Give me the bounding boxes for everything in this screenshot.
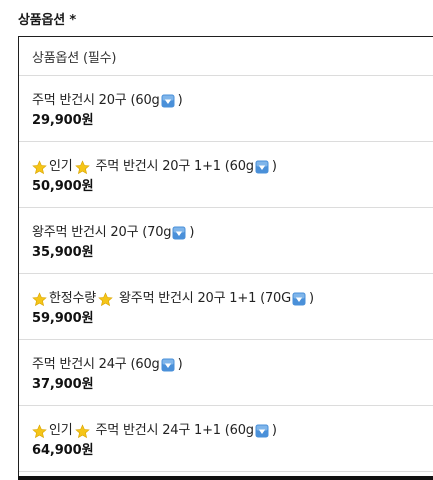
down-arrow-box-icon	[161, 94, 175, 108]
option-name-suffix: )	[189, 225, 195, 240]
option-price: 37,900원	[32, 377, 94, 392]
option-price: 35,900원	[32, 245, 94, 260]
option-badge: 인기	[49, 159, 73, 174]
option-badge: 인기	[49, 423, 73, 438]
star-icon	[32, 291, 47, 306]
option-price: 64,900원	[32, 443, 94, 458]
option-name: 주먹 반건시 24구 (60g	[32, 357, 160, 372]
option-item[interactable]: 주먹 반건시 24구 (60g ) 37,900원	[19, 340, 433, 406]
down-arrow-box-icon	[255, 424, 269, 438]
down-arrow-box-icon	[161, 358, 175, 372]
option-name: 주먹 반건시 24구 1+1 (60g	[95, 423, 255, 438]
star-icon	[98, 291, 113, 306]
option-item[interactable]: 인기 주먹 반건시 24구 1+1 (60g ) 64,900원	[19, 406, 433, 472]
option-name: 주먹 반건시 20구 (60g	[32, 93, 160, 108]
option-field-label: 상품옵션 *	[18, 13, 76, 28]
option-price: 50,900원	[32, 179, 94, 194]
option-item[interactable]: 인기 주먹 반건시 20구 1+1 (60g ) 50,900원	[19, 142, 433, 208]
option-name-suffix: )	[177, 93, 183, 108]
option-name-suffix: )	[177, 357, 183, 372]
option-name-suffix: )	[308, 291, 314, 306]
star-icon	[32, 423, 47, 438]
option-placeholder[interactable]: 상품옵션 (필수)	[19, 37, 433, 76]
option-name: 주먹 반건시 20구 1+1 (60g	[95, 159, 255, 174]
option-name: 왕주먹 반건시 20구 (70g	[32, 225, 172, 240]
dropdown-bottom-edge	[18, 476, 433, 480]
option-item[interactable]: 왕주먹 반건시 20구 (70g ) 35,900원	[19, 208, 433, 274]
option-name: 왕주먹 반건시 20구 1+1 (70G	[119, 291, 291, 306]
option-item[interactable]: 한정수량 왕주먹 반건시 20구 1+1 (70G ) 59,900원	[19, 274, 433, 340]
star-icon	[74, 159, 90, 174]
option-price: 29,900원	[32, 113, 94, 128]
option-price: 59,900원	[32, 311, 94, 326]
option-name-suffix: )	[271, 423, 277, 438]
down-arrow-box-icon	[172, 226, 186, 240]
down-arrow-box-icon	[292, 292, 306, 306]
star-icon	[32, 159, 47, 174]
option-badge: 한정수량	[49, 291, 97, 306]
option-name-suffix: )	[271, 159, 277, 174]
option-item[interactable]: 주먹 반건시 20구 (60g ) 29,900원	[19, 76, 433, 142]
star-icon	[74, 423, 90, 438]
down-arrow-box-icon	[255, 160, 269, 174]
option-dropdown-list: 상품옵션 (필수) 주먹 반건시 20구 (60g ) 29,900원 인기 주…	[18, 36, 433, 480]
